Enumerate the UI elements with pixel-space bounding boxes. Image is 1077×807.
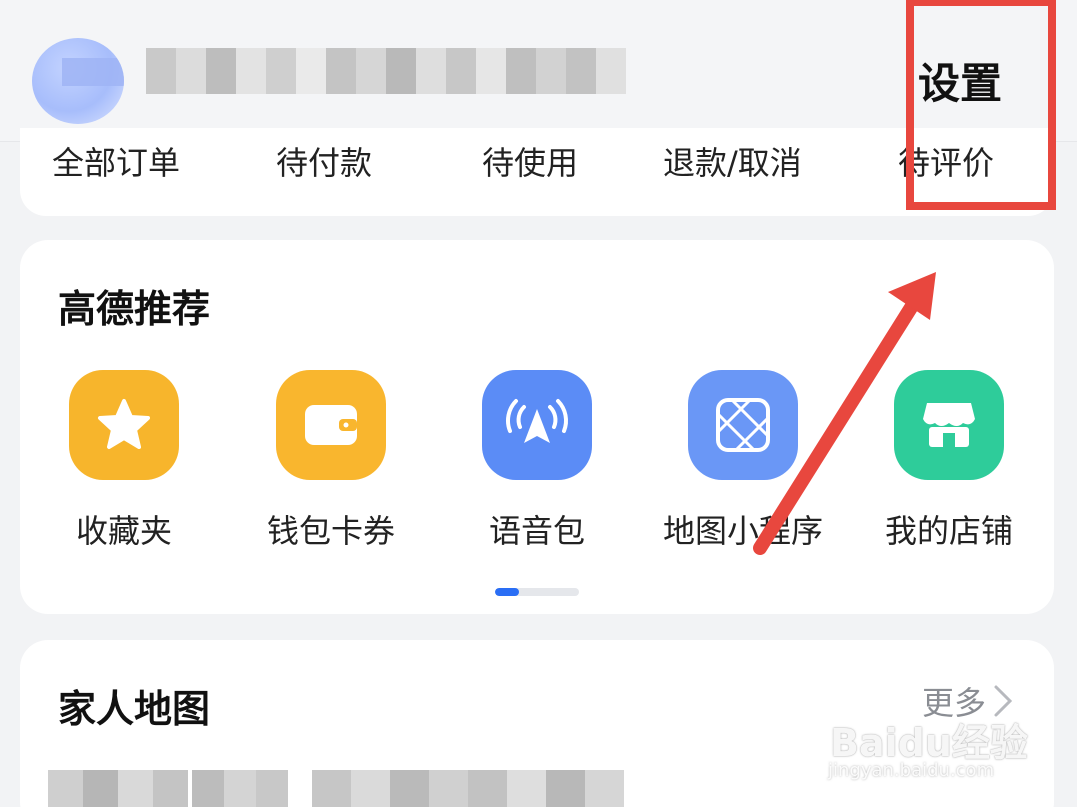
app-favorites[interactable]: 收藏夹: [39, 370, 209, 552]
voice-pack-icon: [482, 370, 592, 480]
recommend-card: 高德推荐 收藏夹 钱包卡券 语音包 地图小程序 我的店铺: [20, 240, 1054, 614]
app-label: 地图小程序: [662, 512, 823, 550]
watermark-url: jingyan.baidu.com: [828, 760, 995, 781]
watermark-logo: Baidu经验: [830, 721, 1028, 765]
star-icon: [69, 370, 179, 480]
annotation-highlight-box: [906, 0, 1056, 210]
shop-icon: [894, 370, 1004, 480]
family-member-blurred: [312, 770, 624, 807]
avatar-blur-block: [62, 58, 124, 86]
app-label: 语音包: [488, 512, 585, 550]
avatar[interactable]: [32, 38, 124, 124]
app-wallet[interactable]: 钱包卡券: [246, 370, 416, 552]
orders-card: 全部订单 待付款 待使用 退款/取消 待评价: [20, 128, 1054, 216]
app-label: 我的店铺: [884, 512, 1013, 550]
family-map-title: 家人地图: [58, 687, 211, 731]
page-indicator: [495, 588, 579, 596]
app-my-shop[interactable]: 我的店铺: [864, 370, 1034, 552]
username-blurred: [146, 48, 626, 94]
order-tab-refund-cancel[interactable]: 退款/取消: [663, 138, 802, 184]
app-mini-programs[interactable]: 地图小程序: [658, 370, 828, 552]
family-member-blurred: [48, 770, 188, 807]
order-tab-pending-payment[interactable]: 待付款: [276, 138, 372, 184]
family-member-blurred: [192, 770, 288, 807]
wallet-icon: [276, 370, 386, 480]
app-voice-pack[interactable]: 语音包: [452, 370, 622, 552]
order-tab-to-use[interactable]: 待使用: [482, 138, 578, 184]
order-tab-all[interactable]: 全部订单: [52, 138, 180, 184]
app-label: 收藏夹: [75, 512, 172, 550]
recommend-title: 高德推荐: [58, 287, 211, 331]
app-label: 钱包卡券: [266, 512, 395, 550]
page-indicator-active: [495, 588, 519, 596]
mini-program-icon: [688, 370, 798, 480]
